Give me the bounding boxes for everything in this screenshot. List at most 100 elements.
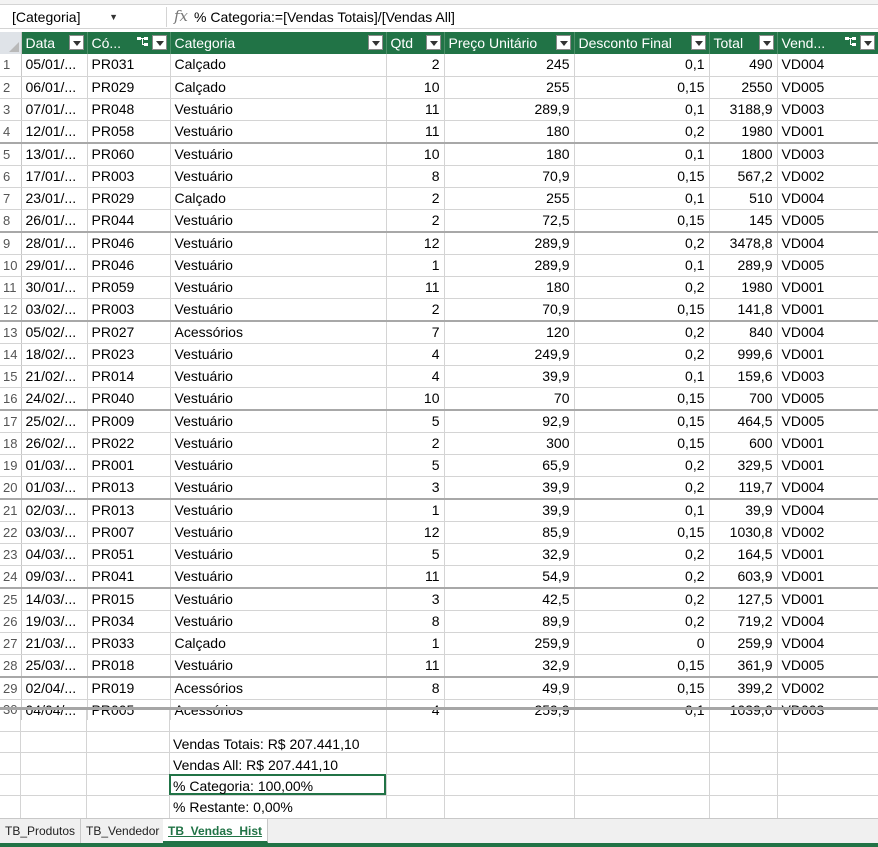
cell-vendedor[interactable]: VD001 (777, 120, 878, 144)
cell-total[interactable]: 603,9 (709, 565, 778, 589)
table-row[interactable]: 23 04/03/... PR051 Vestuário 5 32,9 0,2 164,5 VD… (0, 543, 878, 566)
table-row[interactable]: 21 02/03/... PR013 Vestuário 1 39,9 0,1 39,9 VD0… (0, 498, 878, 522)
cell-vendedor[interactable]: VD003 (777, 365, 878, 388)
cell-preco[interactable]: 32,9 (444, 543, 575, 566)
cell-categoria[interactable]: Vestuário (170, 432, 387, 455)
cell-preco[interactable]: 65,9 (444, 454, 575, 477)
cell-desconto[interactable]: 0 (574, 632, 710, 655)
cell-desconto[interactable]: 0,1 (574, 187, 710, 210)
cell-total[interactable]: 510 (709, 187, 778, 210)
cell-preco[interactable]: 39,9 (444, 498, 575, 522)
tab-tb-vendedor[interactable]: TB_Vendedor (81, 819, 166, 843)
cell-preco[interactable]: 180 (444, 142, 575, 166)
cell-qtd[interactable]: 4 (386, 365, 445, 388)
cell-desconto[interactable]: 0,2 (574, 476, 710, 500)
cell-codigo[interactable]: PR044 (87, 209, 171, 233)
cell-desconto[interactable]: 0,15 (574, 298, 710, 322)
cell-desconto[interactable]: 0,15 (574, 409, 710, 433)
cell-total[interactable]: 127,5 (709, 587, 778, 611)
cell-categoria[interactable]: Vestuário (170, 476, 387, 500)
cell-codigo[interactable]: PR048 (87, 98, 171, 121)
cell-qtd[interactable]: 7 (386, 320, 445, 344)
filter-dropdown-icon[interactable] (555, 35, 571, 50)
cell-preco[interactable]: 72,5 (444, 209, 575, 233)
measure-vendas-all[interactable]: Vendas All: R$ 207.441,10 (173, 755, 338, 775)
cell-categoria[interactable]: Vestuário (170, 254, 387, 277)
cell-total[interactable]: 1980 (709, 276, 778, 299)
cell-preco[interactable]: 300 (444, 432, 575, 455)
table-row[interactable]: 27 21/03/... PR033 Calçado 1 259,9 0 259,9 VD004 (0, 632, 878, 655)
formula-input[interactable]: % Categoria:=[Vendas Totais]/[Vendas All… (194, 7, 455, 27)
cell-codigo[interactable]: PR003 (87, 165, 171, 188)
cell-total[interactable]: 119,7 (709, 476, 778, 500)
cell-desconto[interactable]: 0,1 (574, 142, 710, 166)
cell-total[interactable]: 999,6 (709, 343, 778, 366)
column-header-categoria[interactable]: Categoria (170, 32, 387, 54)
cell-codigo[interactable]: PR003 (87, 298, 171, 322)
cell-desconto[interactable]: 0,2 (574, 454, 710, 477)
cell-categoria[interactable]: Vestuário (170, 98, 387, 121)
cell-qtd[interactable]: 1 (386, 632, 445, 655)
cell-vendedor[interactable]: VD002 (777, 521, 878, 544)
cell-total[interactable]: 1980 (709, 120, 778, 144)
cell-categoria[interactable]: Vestuário (170, 165, 387, 188)
cell-total[interactable]: 600 (709, 432, 778, 455)
fx-icon[interactable]: fx (174, 6, 188, 26)
table-row[interactable]: 13 05/02/... PR027 Acessórios 7 120 0,2 840 VD00… (0, 320, 878, 344)
cell-data[interactable]: 30/01/... (21, 276, 88, 299)
cell-data[interactable]: 01/03/... (21, 476, 88, 500)
measure-pct-restante[interactable]: % Restante: 0,00% (173, 797, 293, 817)
cell-desconto[interactable]: 0,2 (574, 543, 710, 566)
cell-vendedor[interactable]: VD001 (777, 454, 878, 477)
cell-categoria[interactable]: Calçado (170, 632, 387, 655)
table-row[interactable]: 24 09/03/... PR041 Vestuário 11 54,9 0,2 603,9 V… (0, 565, 878, 589)
cell-data[interactable]: 07/01/... (21, 98, 88, 121)
cell-preco[interactable]: 39,9 (444, 365, 575, 388)
cell-vendedor[interactable]: VD004 (777, 632, 878, 655)
cell-qtd[interactable]: 5 (386, 543, 445, 566)
cell-data[interactable]: 26/02/... (21, 432, 88, 455)
cell-data[interactable]: 03/03/... (21, 521, 88, 544)
cell-desconto[interactable]: 0,1 (574, 98, 710, 121)
table-row[interactable]: 4 12/01/... PR058 Vestuário 11 180 0,2 1980 VD00… (0, 120, 878, 144)
cell-vendedor[interactable]: VD005 (777, 76, 878, 99)
cell-data[interactable]: 09/03/... (21, 565, 88, 589)
cell-preco[interactable]: 42,5 (444, 587, 575, 611)
cell-codigo[interactable]: PR040 (87, 387, 171, 411)
filter-dropdown-icon[interactable] (367, 35, 383, 50)
tab-tb-vendas-hist[interactable]: TB_Vendas_Hist (163, 819, 269, 843)
cell-qtd[interactable]: 2 (386, 209, 445, 233)
cell-qtd[interactable]: 5 (386, 409, 445, 433)
cell-qtd[interactable]: 11 (386, 120, 445, 144)
cell-desconto[interactable]: 0,1 (574, 254, 710, 277)
column-header-preco[interactable]: Preço Unitário (444, 32, 575, 54)
cell-qtd[interactable]: 4 (386, 343, 445, 366)
filter-dropdown-icon[interactable] (68, 35, 84, 50)
cell-qtd[interactable]: 8 (386, 610, 445, 633)
column-header-data[interactable]: Data (21, 32, 88, 54)
cell-data[interactable]: 02/04/... (21, 676, 88, 700)
cell-total[interactable]: 141,8 (709, 298, 778, 322)
cell-data[interactable]: 25/03/... (21, 654, 88, 678)
cell-desconto[interactable]: 0,2 (574, 320, 710, 344)
cell-data[interactable]: 03/02/... (21, 298, 88, 322)
cell-preco[interactable]: 249,9 (444, 343, 575, 366)
cell-categoria[interactable]: Calçado (170, 54, 387, 77)
cell-desconto[interactable]: 0,15 (574, 654, 710, 678)
cell-desconto[interactable]: 0,1 (574, 498, 710, 522)
column-header-vendedor[interactable]: Vend... (777, 32, 878, 54)
cell-codigo[interactable]: PR041 (87, 565, 171, 589)
cell-data[interactable]: 17/01/... (21, 165, 88, 188)
tab-tb-produtos[interactable]: TB_Produtos (0, 819, 82, 843)
cell-desconto[interactable]: 0,1 (574, 365, 710, 388)
cell-qtd[interactable]: 8 (386, 165, 445, 188)
cell-total[interactable]: 840 (709, 320, 778, 344)
cell-codigo[interactable]: PR059 (87, 276, 171, 299)
cell-qtd[interactable]: 2 (386, 54, 445, 77)
cell-vendedor[interactable]: VD003 (777, 98, 878, 121)
cell-total[interactable]: 164,5 (709, 543, 778, 566)
cell-vendedor[interactable]: VD001 (777, 565, 878, 589)
cell-categoria[interactable]: Vestuário (170, 543, 387, 566)
cell-qtd[interactable]: 12 (386, 231, 445, 255)
cell-total[interactable]: 464,5 (709, 409, 778, 433)
